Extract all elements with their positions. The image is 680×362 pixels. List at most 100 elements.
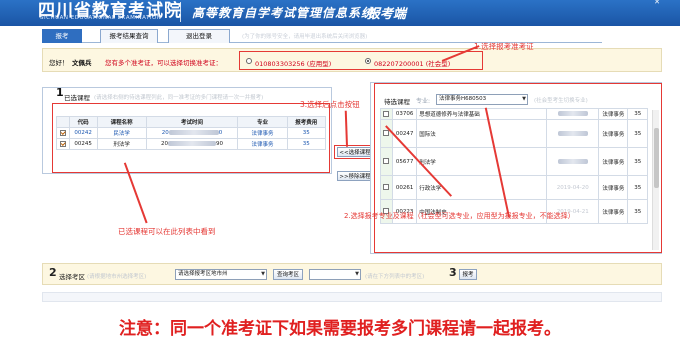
tab-result-query[interactable]: 报考结果查询 xyxy=(100,29,158,43)
region-select[interactable]: ▼ xyxy=(309,269,361,280)
cert-option-1[interactable]: 010803303256 (应用型) xyxy=(255,58,331,68)
annotation-arrow-3 xyxy=(345,110,349,147)
chevron-down-icon: ▼ xyxy=(261,271,265,277)
selected-courses-title: 已选课程 xyxy=(64,94,90,102)
cert-option-2[interactable]: 082207200001 (社会型) xyxy=(374,58,450,68)
chevron-down-icon: ▼ xyxy=(355,271,359,277)
city-select[interactable]: 请选择报考区地市州 ▼ xyxy=(175,269,267,280)
close-icon[interactable]: ✕ xyxy=(650,0,664,6)
course-fee: 35 xyxy=(627,147,648,176)
step-2-number: 2 xyxy=(49,266,57,279)
step-3-number: 3 xyxy=(449,266,457,279)
select-course-button[interactable]: <<选择课程 xyxy=(337,147,373,157)
table-row[interactable]: 00247 国际法 法律事务 35 xyxy=(380,119,648,148)
table-row[interactable]: 00261 行政法学 2019-04-20 法律事务 35 xyxy=(380,175,648,200)
course-fee: 35 xyxy=(627,119,648,148)
row-checkbox-cell[interactable] xyxy=(380,175,393,200)
course-code: 00245 xyxy=(68,138,98,150)
course-code: 00261 xyxy=(391,175,418,200)
logo-en-text: SICHUAN EDUCATIONAL EXAMINATION xyxy=(40,15,162,21)
exam-time: 20 0 xyxy=(145,127,239,139)
remove-course-button[interactable]: >>移除课程 xyxy=(337,171,373,181)
row-checkbox-cell[interactable] xyxy=(380,147,393,176)
table-row[interactable]: 00245 刑法学 20 90 法律事务 35 xyxy=(56,138,327,150)
course-name: 刑法学 xyxy=(416,147,548,176)
course-major: 法律事务 xyxy=(237,138,288,150)
col-course-name: 课程名称 xyxy=(96,116,147,128)
exam-time-suffix: 90 xyxy=(216,141,224,147)
city-select-value: 请选择报考区地市州 xyxy=(178,271,228,277)
course-code: 03706 xyxy=(391,108,418,120)
major-label: 专业: xyxy=(416,98,431,105)
blurred-time xyxy=(557,130,588,136)
selected-courses-hint: (请选择右侧的待选课程列此，同一准考证的多门课程请一次一并报考) xyxy=(94,95,264,101)
course-fee: 35 xyxy=(627,108,648,120)
header-divider xyxy=(180,2,181,22)
course-name: 民法学 xyxy=(96,127,147,139)
apply-button[interactable]: 报考 xyxy=(459,269,477,280)
blurred-time xyxy=(557,111,588,116)
course-code: 05677 xyxy=(391,147,418,176)
row-checkbox-cell[interactable] xyxy=(56,138,70,150)
course-fee: 35 xyxy=(286,138,327,150)
cert-radio-1[interactable] xyxy=(246,58,252,64)
multi-cert-message: 您有多个准考证，可以选择切换准考证： xyxy=(105,59,222,67)
col-check xyxy=(56,116,70,128)
row-checkbox-cell[interactable] xyxy=(380,108,393,120)
course-major: 法律事务 xyxy=(598,119,629,148)
col-exam-time: 考试时间 xyxy=(145,116,239,128)
course-major: 法律事务 xyxy=(598,175,629,200)
course-fee: 35 xyxy=(627,199,648,224)
region-selection-bar: 2 选择考区 (请根据地市州选择考区) 请选择报考区地市州 ▼ 查询考区 ▼ (… xyxy=(42,263,662,285)
table-row[interactable]: 03706 思想道德修养与法律基础 法律事务 35 xyxy=(380,108,648,120)
pending-courses-list: 03706 思想道德修养与法律基础 法律事务 35 00247 国际法 法律事务… xyxy=(380,108,654,250)
table-row[interactable]: 00242 民法学 20 0 法律事务 35 xyxy=(56,127,327,139)
row-checkbox[interactable] xyxy=(59,140,66,147)
region-hint: (请根据地市州选择考区) xyxy=(87,274,147,280)
blurred-time xyxy=(168,141,217,146)
row-checkbox[interactable] xyxy=(383,110,390,117)
course-major: 法律事务 xyxy=(598,199,629,224)
cert-radio-2[interactable] xyxy=(365,58,371,64)
blurred-time xyxy=(557,158,588,164)
tab-logout[interactable]: 退出登录 xyxy=(168,29,230,43)
annotation-step-2: 2.选择报考专业及课程（社会型可选专业，应用型为报报专业，不能选择） xyxy=(344,212,575,220)
course-code: 00247 xyxy=(391,119,418,148)
exam-time xyxy=(546,119,600,148)
system-suffix: 报考端 xyxy=(367,7,407,22)
row-checkbox-cell[interactable] xyxy=(380,119,393,148)
exam-time xyxy=(546,147,600,176)
footer-strip xyxy=(42,292,662,302)
major-select-value: 法律事务H680503 xyxy=(439,96,487,102)
row-checkbox[interactable] xyxy=(383,184,390,191)
pending-courses-table: 03706 思想道德修养与法律基础 法律事务 35 00247 国际法 法律事务… xyxy=(380,108,648,224)
col-major: 专业 xyxy=(237,116,288,128)
row-checkbox-cell[interactable] xyxy=(56,127,70,139)
notice-text: 注意：同一个准考证下如果需要报考多门课程请一起报考。 xyxy=(119,319,561,339)
exam-time-suffix: 0 xyxy=(218,130,223,136)
row-checkbox[interactable] xyxy=(383,158,390,165)
course-name: 思想道德修养与法律基础 xyxy=(416,108,548,120)
annotation-step-1: 1.选择报考准考证 xyxy=(474,42,534,51)
query-region-button[interactable]: 查询考区 xyxy=(273,269,303,280)
exam-time: 2019-04-20 xyxy=(546,175,600,200)
user-name: 文佩兵 xyxy=(72,59,92,67)
course-fee: 35 xyxy=(286,127,327,139)
major-select[interactable]: 法律事务H680503 ▼ xyxy=(436,94,528,105)
scrollbar-thumb[interactable] xyxy=(654,128,659,188)
annotation-selected-list: 已选课程可以在此列表中看到 xyxy=(118,227,216,236)
region-select-hint: (请在下方列表中的考区) xyxy=(365,274,425,280)
blurred-time xyxy=(168,130,219,135)
step-1-number: 1 xyxy=(56,86,64,99)
row-checkbox[interactable] xyxy=(383,130,390,137)
header-banner: 四川省教育考试院 SICHUAN EDUCATIONAL EXAMINATION… xyxy=(0,0,680,26)
greeting: 您好！ xyxy=(49,59,69,67)
pending-list-scrollbar[interactable] xyxy=(652,110,659,250)
tab-apply[interactable]: 报考 xyxy=(42,29,82,43)
info-bar: 您好！ 文佩兵 您有多个准考证，可以选择切换准考证： 010803303256 … xyxy=(42,48,662,72)
pending-courses-title: 待选课程 xyxy=(384,98,410,106)
exam-time-prefix: 20 xyxy=(161,130,169,136)
course-code: 00242 xyxy=(68,127,98,139)
col-fee: 报考费用 xyxy=(286,116,327,128)
row-checkbox[interactable] xyxy=(59,129,66,136)
